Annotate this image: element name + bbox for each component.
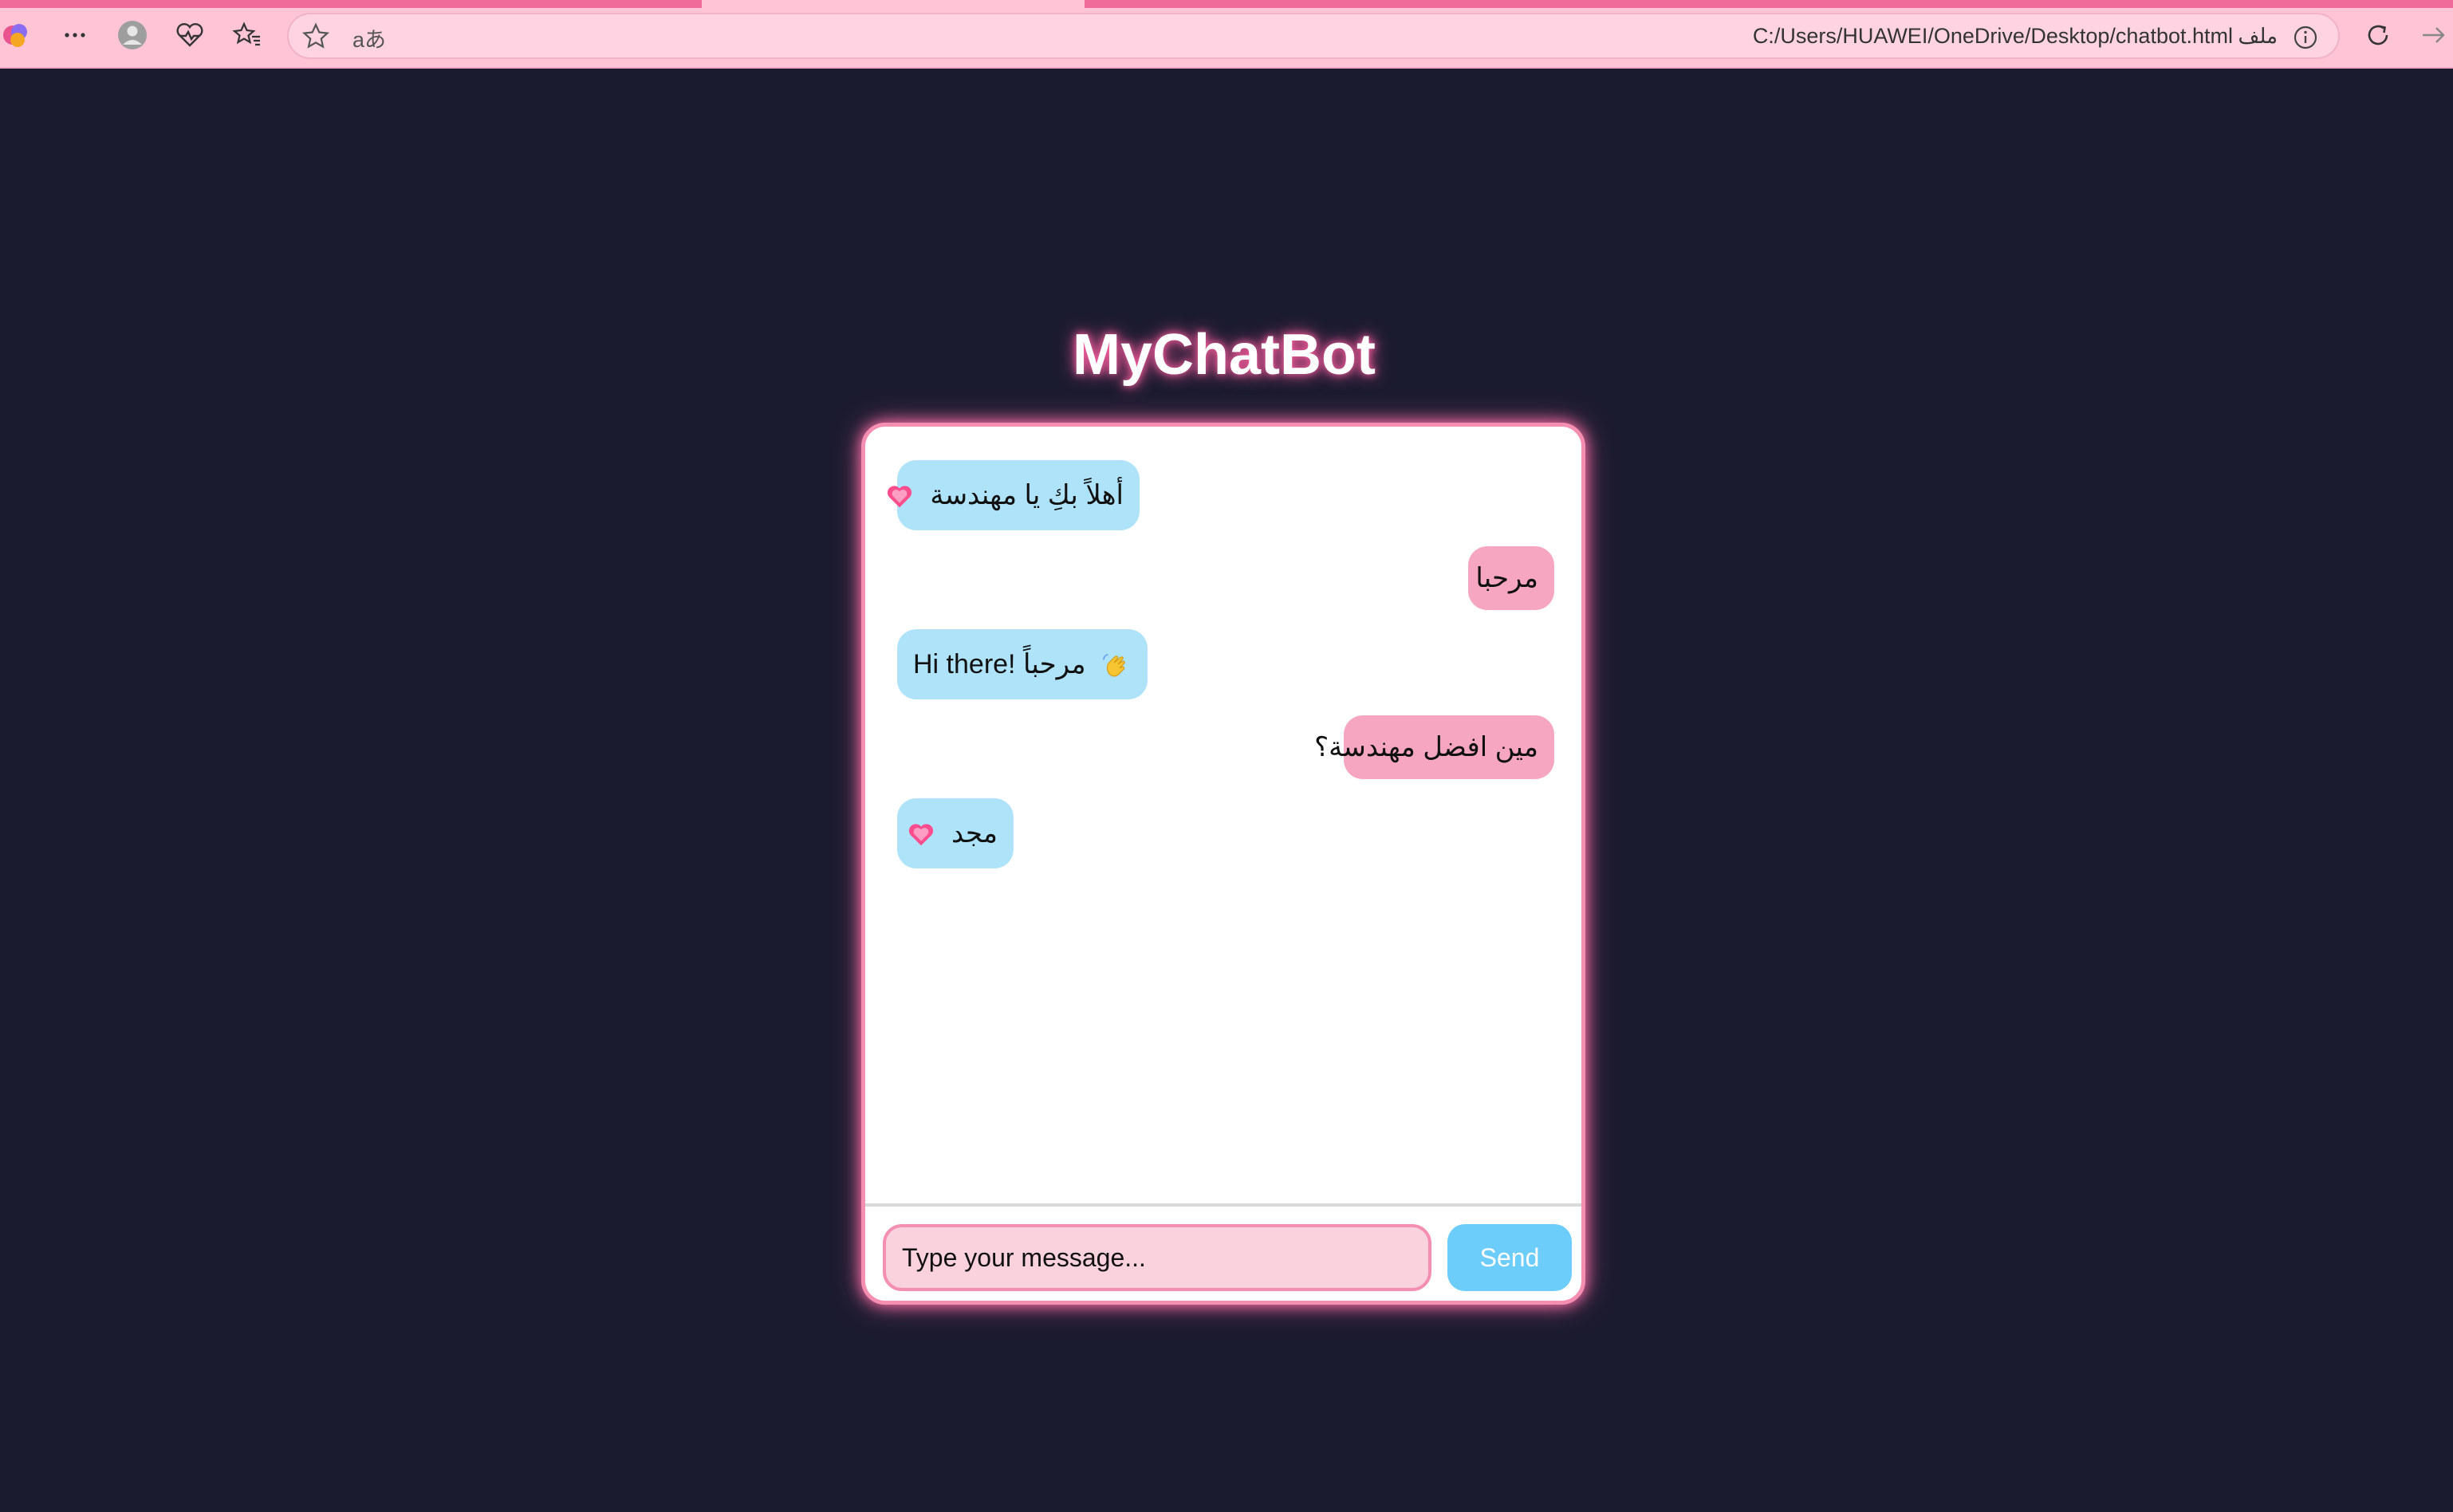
browser-toolbar: aあ C:/Users/HUAWEI/OneDrive/Desktop/chat…: [0, 0, 2453, 69]
page-title: MyChatBot: [1073, 323, 1376, 387]
address-url[interactable]: C:/Users/HUAWEI/OneDrive/Desktop/chatbot…: [1753, 24, 2233, 49]
message-bot: مجد: [897, 798, 1014, 868]
chat-window: أهلاً بكِ يا مهندسة مرحبا Hi there! مرحب…: [861, 423, 1585, 1305]
translate-icon[interactable]: aあ: [352, 22, 386, 53]
more-icon[interactable]: [57, 18, 93, 53]
copilot-icon[interactable]: [0, 18, 35, 53]
health-icon[interactable]: [172, 18, 207, 53]
profile-icon[interactable]: [115, 18, 150, 53]
message-bot: Hi there! مرحباً: [897, 629, 1148, 699]
message-user: مرحبا: [1468, 546, 1554, 610]
message-text: مين افضل مهندسة؟: [1314, 732, 1538, 762]
info-icon[interactable]: [2292, 24, 2319, 51]
message-text: Hi there! مرحباً: [913, 649, 1086, 679]
heart-icon: [887, 486, 912, 508]
message-bot: أهلاً بكِ يا مهندسة: [887, 460, 1140, 530]
star-icon[interactable]: [300, 21, 332, 53]
heart-icon: [908, 824, 933, 846]
waving-hand-icon: [1102, 653, 1125, 677]
send-button[interactable]: Send: [1447, 1224, 1572, 1291]
address-bar[interactable]: aあ C:/Users/HUAWEI/OneDrive/Desktop/chat…: [287, 13, 2340, 59]
forward-icon[interactable]: [2416, 18, 2451, 53]
divider: [865, 1203, 1581, 1207]
message-text: مرحبا: [1475, 563, 1538, 593]
favorites-icon[interactable]: [230, 18, 265, 53]
site-info-label[interactable]: ملف: [2238, 24, 2278, 49]
message-text: مجد: [951, 818, 998, 849]
message-text: أهلاً بكِ يا مهندسة: [930, 480, 1124, 510]
message-input[interactable]: [883, 1224, 1431, 1291]
message-user: مين افضل مهندسة؟: [1314, 715, 1554, 779]
message-list: أهلاً بكِ يا مهندسة مرحبا Hi there! مرحب…: [865, 427, 1581, 1203]
tab-strip: [0, 0, 2453, 8]
refresh-icon[interactable]: [2360, 18, 2396, 53]
